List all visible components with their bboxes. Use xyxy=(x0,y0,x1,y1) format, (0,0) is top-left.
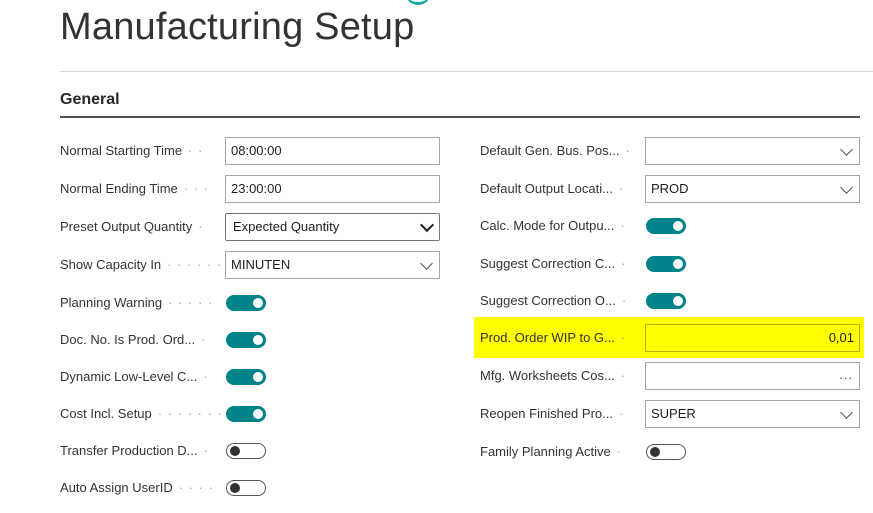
field-row-cost-incl-setup: Cost Incl. Setup · · · · · · · xyxy=(60,400,440,428)
reopen-finished-prod-select[interactable]: SUPER xyxy=(645,400,860,428)
field-row-mfg-worksheets-cost: Mfg. Worksheets Cos... · ... xyxy=(480,362,860,390)
suggest-correction-o-toggle[interactable] xyxy=(646,293,686,309)
field-label: Suggest Correction O... · xyxy=(480,293,628,308)
field-row-transfer-production: Transfer Production D... · xyxy=(60,437,440,465)
default-output-location-select[interactable]: PROD xyxy=(645,175,860,203)
field-label: Transfer Production D... · xyxy=(60,443,209,458)
field-row-dynamic-low-level: Dynamic Low-Level C... · xyxy=(60,363,440,391)
doc-no-is-prod-order-toggle[interactable] xyxy=(226,332,266,348)
dynamic-low-level-toggle[interactable] xyxy=(226,369,266,385)
preset-output-quantity-select[interactable]: Expected Quantity xyxy=(225,213,440,241)
field-row-default-output-location: Default Output Locati... · PROD xyxy=(480,175,860,203)
field-row-calc-mode-output: Calc. Mode for Outpu... · xyxy=(480,212,860,240)
title-divider xyxy=(60,71,873,72)
field-label: Preset Output Quantity · xyxy=(60,219,204,234)
field-label: Planning Warning · · · · · xyxy=(60,295,214,310)
field-row-family-planning-active: Family Planning Active · xyxy=(480,438,860,466)
field-label: Suggest Correction C... · xyxy=(480,256,627,271)
prod-order-wip-input[interactable]: 0,01 xyxy=(645,324,860,352)
cost-incl-setup-toggle[interactable] xyxy=(226,406,266,422)
field-row-default-gen-bus-pos: Default Gen. Bus. Pos... · xyxy=(480,137,860,165)
field-row-reopen-finished-prod: Reopen Finished Pro... · SUPER xyxy=(480,400,860,428)
field-row-doc-no-is-prod-order: Doc. No. Is Prod. Ord... · xyxy=(60,326,440,354)
field-row-prod-order-wip: Prod. Order WIP to G... · 0,01 xyxy=(480,324,860,352)
field-row-normal-ending-time: Normal Ending Time · · · 23:00:00 xyxy=(60,175,440,203)
field-label: Mfg. Worksheets Cos... · xyxy=(480,368,627,383)
page-title: Manufacturing Setup xyxy=(60,6,415,48)
field-row-preset-output-quantity: Preset Output Quantity · Expected Quantit… xyxy=(60,213,440,241)
section-title-general[interactable]: General xyxy=(60,91,120,109)
field-label: Show Capacity In · · · · · · xyxy=(60,257,220,272)
field-row-auto-assign-userid: Auto Assign UserID · · · · xyxy=(60,474,440,502)
field-label: Auto Assign UserID · · · · xyxy=(60,480,214,495)
family-planning-active-toggle[interactable] xyxy=(646,444,686,460)
show-capacity-in-select[interactable]: MINUTEN xyxy=(225,251,440,279)
suggest-correction-c-toggle[interactable] xyxy=(646,256,686,272)
field-label: Doc. No. Is Prod. Ord... · xyxy=(60,332,207,347)
field-label: Reopen Finished Pro... · xyxy=(480,406,625,421)
field-label: Prod. Order WIP to G... · xyxy=(480,330,627,345)
field-row-planning-warning: Planning Warning · · · · · xyxy=(60,289,440,317)
field-row-normal-starting-time: Normal Starting Time · · 08:00:00 xyxy=(60,137,440,165)
field-label: Family Planning Active · xyxy=(480,444,623,459)
field-row-suggest-correction-o: Suggest Correction O... · xyxy=(480,287,860,315)
field-label: Default Gen. Bus. Pos... · xyxy=(480,143,631,158)
calc-mode-output-toggle[interactable] xyxy=(646,218,686,234)
field-label: Calc. Mode for Outpu... · xyxy=(480,218,626,233)
more-options-icon[interactable]: ... xyxy=(839,362,853,388)
normal-ending-time-input[interactable]: 23:00:00 xyxy=(225,175,440,203)
field-label: Dynamic Low-Level C... · xyxy=(60,369,209,384)
decorative-arc xyxy=(405,0,431,5)
field-label: Cost Incl. Setup · · · · · · · xyxy=(60,406,220,421)
auto-assign-userid-toggle[interactable] xyxy=(226,480,266,496)
field-label: Normal Ending Time · · · xyxy=(60,181,209,196)
field-row-suggest-correction-c: Suggest Correction C... · xyxy=(480,250,860,278)
section-divider xyxy=(60,116,860,118)
field-label: Normal Starting Time · · xyxy=(60,143,204,158)
planning-warning-toggle[interactable] xyxy=(226,295,266,311)
normal-starting-time-input[interactable]: 08:00:00 xyxy=(225,137,440,165)
field-row-show-capacity-in: Show Capacity In · · · · · · MINUTEN xyxy=(60,251,440,279)
chevron-down-icon xyxy=(840,143,853,156)
field-label: Default Output Locati... · xyxy=(480,181,625,196)
mfg-worksheets-cost-input[interactable]: ... xyxy=(645,362,860,390)
default-gen-bus-pos-select[interactable] xyxy=(645,137,860,165)
transfer-production-toggle[interactable] xyxy=(226,443,266,459)
